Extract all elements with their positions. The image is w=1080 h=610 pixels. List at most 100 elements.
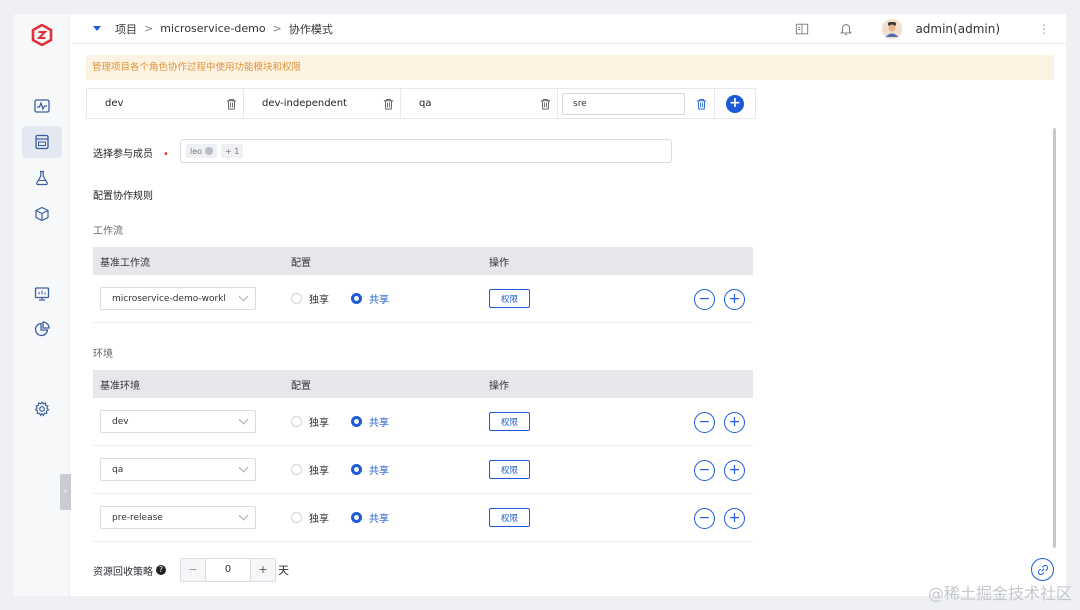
remove-row-button[interactable]: −: [694, 289, 715, 310]
member-chip[interactable]: leo: [186, 144, 218, 158]
recycle-days-input[interactable]: 0: [205, 559, 251, 581]
info-notice: 管理项目各个角色协作过程中使用功能模块和权限: [86, 55, 1054, 80]
role-name-input[interactable]: sre: [562, 92, 685, 115]
breadcrumb: 项目 > microservice-demo > 协作模式: [93, 21, 333, 37]
radio-label-shared[interactable]: 共享: [369, 414, 389, 429]
tab-label: qa: [419, 98, 432, 109]
radio-shared[interactable]: [351, 512, 362, 523]
bell-icon[interactable]: [838, 21, 854, 37]
environment-title: 环境: [93, 349, 113, 360]
scrollbar[interactable]: [1053, 128, 1056, 548]
trash-icon[interactable]: [226, 98, 237, 110]
settings-icon[interactable]: [28, 395, 56, 423]
increment-button[interactable]: +: [251, 559, 275, 581]
required-mark: •: [163, 149, 169, 160]
chevron-down-icon: [238, 462, 249, 473]
decrement-button[interactable]: −: [181, 559, 205, 581]
add-tab-button[interactable]: +: [715, 89, 755, 118]
table-header: 基准环境 配置 操作: [93, 370, 753, 398]
environment-table: 基准环境 配置 操作 dev 独享 共享 权限 − + qa 独享 共享 权限 −…: [93, 370, 753, 542]
radio-shared[interactable]: [351, 293, 362, 304]
logo-icon[interactable]: [31, 23, 53, 47]
radio-label-shared[interactable]: 共享: [369, 510, 389, 525]
top-right-actions: admin(admin) ⋮: [794, 14, 1066, 44]
remove-icon[interactable]: [205, 147, 214, 155]
sidebar: ›: [14, 14, 71, 596]
chevron-down-icon: [238, 291, 249, 302]
add-row-button[interactable]: +: [724, 289, 745, 310]
help-icon[interactable]: ?: [156, 565, 166, 575]
recycle-days-stepper: − 0 +: [180, 558, 276, 582]
permission-button[interactable]: 权限: [489, 412, 530, 431]
table-row: qa 独享 共享 权限 − +: [93, 446, 753, 494]
base-env-select[interactable]: dev: [100, 410, 256, 433]
link-icon[interactable]: [1031, 558, 1054, 581]
trash-icon[interactable]: [696, 98, 707, 110]
table-row: microservice-demo-workl 独享 共享 权限 − +: [93, 275, 753, 323]
row-ops: − +: [694, 460, 745, 481]
more-members-chip[interactable]: + 1: [221, 144, 244, 158]
table-row: pre-release 独享 共享 权限 − +: [93, 494, 753, 542]
permission-button[interactable]: 权限: [489, 289, 530, 308]
radio-exclusive[interactable]: [291, 464, 302, 475]
trash-icon[interactable]: [540, 98, 551, 110]
radio-label-exclusive[interactable]: 独享: [309, 510, 329, 525]
radio-label-shared[interactable]: 共享: [369, 462, 389, 477]
members-label-text: 选择参与成员: [93, 149, 153, 160]
radio-label-exclusive[interactable]: 独享: [309, 291, 329, 306]
add-row-button[interactable]: +: [724, 412, 745, 433]
recycle-policy: 资源回收策略 ? − 0 + 天: [93, 558, 289, 582]
select-value: dev: [112, 416, 129, 427]
breadcrumb-item-collaboration-mode: 协作模式: [288, 22, 333, 36]
trash-icon[interactable]: [383, 98, 394, 110]
sidebar-collapse-handle[interactable]: ›: [60, 474, 71, 510]
base-workflow-select[interactable]: microservice-demo-workl: [100, 287, 256, 310]
base-env-select[interactable]: qa: [100, 458, 256, 481]
more-icon[interactable]: ⋮: [1036, 22, 1052, 36]
radio-label-exclusive[interactable]: 独享: [309, 462, 329, 477]
rules-title: 配置协作规则: [93, 191, 153, 202]
dashboard-icon[interactable]: [28, 280, 56, 308]
header-config: 配置: [291, 257, 311, 269]
monitor-wave-icon[interactable]: [28, 92, 56, 120]
breadcrumb-item-microservice-demo[interactable]: microservice-demo: [160, 22, 265, 35]
select-value: pre-release: [112, 512, 163, 523]
remove-row-button[interactable]: −: [694, 508, 715, 529]
remove-row-button[interactable]: −: [694, 460, 715, 481]
radio-label-shared[interactable]: 共享: [369, 291, 389, 306]
recycle-label: 资源回收策略: [93, 566, 153, 578]
caret-down-icon[interactable]: [93, 26, 101, 31]
add-icon: +: [726, 94, 744, 113]
breadcrumb-separator: >: [272, 22, 282, 35]
add-row-button[interactable]: +: [724, 508, 745, 529]
radio-exclusive[interactable]: [291, 416, 302, 427]
remove-row-button[interactable]: −: [694, 412, 715, 433]
role-tabs: dev dev-independent qa sre +: [86, 88, 756, 119]
package-icon[interactable]: [28, 200, 56, 228]
watermark: @稀土掘金技术社区: [927, 584, 1072, 603]
permission-button[interactable]: 权限: [489, 508, 530, 527]
radio-shared[interactable]: [351, 416, 362, 427]
book-icon[interactable]: [794, 21, 810, 37]
members-select[interactable]: leo + 1: [180, 139, 672, 163]
radio-exclusive[interactable]: [291, 293, 302, 304]
avatar[interactable]: [882, 19, 903, 39]
tab-new-role: sre: [558, 89, 715, 118]
pie-chart-icon[interactable]: [28, 315, 56, 343]
tab-dev[interactable]: dev: [87, 89, 244, 118]
radio-exclusive[interactable]: [291, 512, 302, 523]
breadcrumb-separator: >: [144, 22, 154, 35]
username[interactable]: admin(admin): [915, 22, 1000, 36]
select-value: microservice-demo-workl: [112, 293, 226, 304]
tab-qa[interactable]: qa: [401, 89, 558, 118]
add-row-button[interactable]: +: [724, 460, 745, 481]
flask-icon[interactable]: [28, 164, 56, 192]
radio-shared[interactable]: [351, 464, 362, 475]
base-env-select[interactable]: pre-release: [100, 506, 256, 529]
radio-label-exclusive[interactable]: 独享: [309, 414, 329, 429]
tab-dev-independent[interactable]: dev-independent: [244, 89, 401, 118]
breadcrumb-item-project[interactable]: 项目: [115, 21, 137, 37]
row-ops: − +: [694, 289, 745, 310]
project-icon[interactable]: [22, 126, 62, 158]
permission-button[interactable]: 权限: [489, 460, 530, 479]
